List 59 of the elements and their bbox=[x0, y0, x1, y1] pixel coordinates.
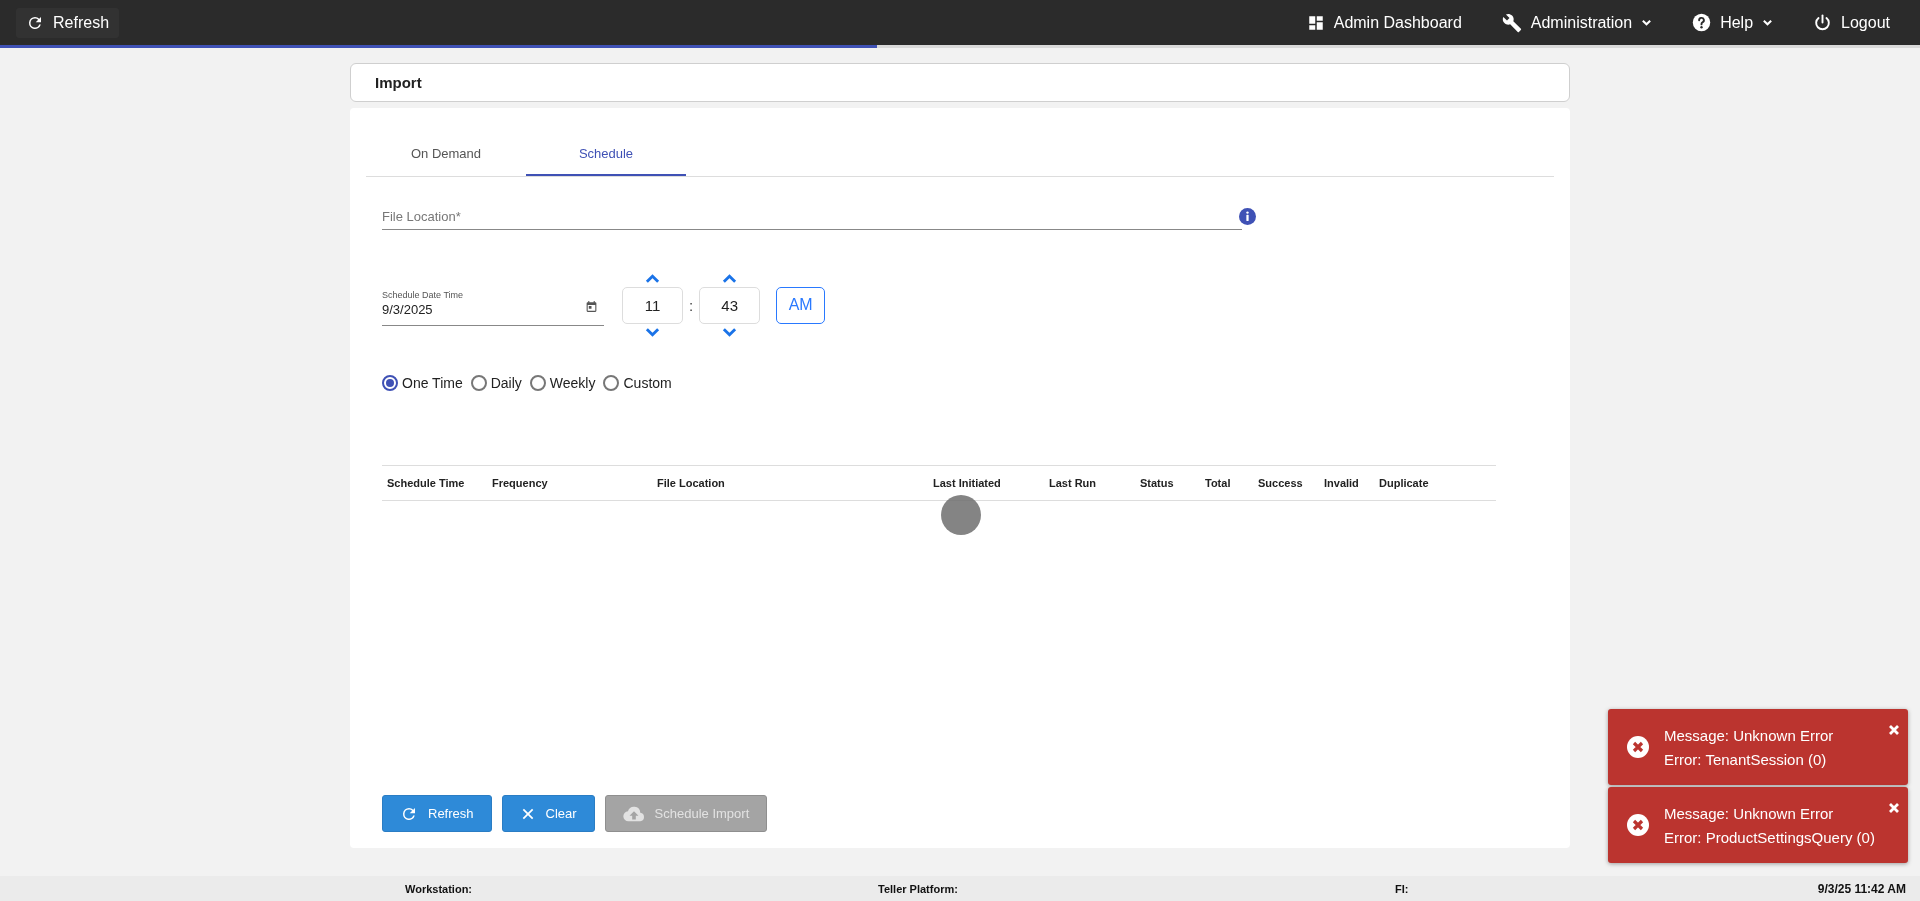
refresh-button[interactable]: Refresh bbox=[382, 795, 492, 832]
power-icon bbox=[1813, 13, 1833, 32]
column-header: Duplicate bbox=[1379, 477, 1430, 489]
status-label: Teller Platform: bbox=[878, 882, 959, 895]
menu-item[interactable]: Logout bbox=[1793, 13, 1910, 32]
am-pm-toggle[interactable]: AM bbox=[776, 286, 826, 324]
refresh-button[interactable]: Refresh bbox=[16, 7, 120, 38]
menu-item[interactable]: Help bbox=[1672, 13, 1794, 32]
radio-label[interactable]: Daily bbox=[490, 375, 522, 391]
menu-item[interactable]: Administration bbox=[1481, 12, 1673, 33]
status-label: FI: bbox=[1395, 882, 1409, 895]
column-header: Total bbox=[1205, 477, 1232, 489]
menu-item[interactable]: Admin Dashboard bbox=[1286, 13, 1482, 32]
time-field[interactable]: 11 bbox=[622, 286, 683, 324]
help-icon bbox=[1692, 13, 1712, 32]
info-icon[interactable] bbox=[1239, 208, 1256, 225]
dashboard-icon bbox=[1306, 13, 1325, 32]
chevron-down-icon[interactable] bbox=[645, 326, 660, 337]
time-separator: : bbox=[689, 296, 694, 314]
status-label: Workstation: bbox=[405, 882, 474, 895]
close-icon[interactable] bbox=[1888, 724, 1900, 736]
date-field[interactable]: Schedule Date Time 9/3/2025 bbox=[382, 288, 604, 326]
column-header: Last Initiated bbox=[933, 477, 1002, 489]
field-label: Schedule Date Time bbox=[382, 289, 465, 300]
column-header: File Location bbox=[657, 477, 726, 489]
calendar-icon[interactable] bbox=[585, 300, 598, 313]
toast-error: Error: TenantSession (0) bbox=[1664, 750, 1828, 768]
chevron-up-icon[interactable] bbox=[645, 273, 660, 284]
column-header: Schedule Time bbox=[387, 477, 466, 489]
radio-label[interactable]: Weekly bbox=[549, 375, 596, 391]
error-icon bbox=[1626, 735, 1650, 759]
radio-label[interactable]: One Time bbox=[402, 375, 463, 391]
column-header: Invalid bbox=[1324, 477, 1360, 489]
radio-button[interactable] bbox=[603, 375, 620, 391]
time-field[interactable]: 43 bbox=[699, 286, 761, 324]
radio-button[interactable] bbox=[382, 375, 398, 391]
file-location-field[interactable]: File Location* bbox=[382, 203, 1242, 230]
chevron-down-icon[interactable] bbox=[722, 326, 738, 337]
cloud-upload-icon bbox=[622, 804, 645, 823]
column-header: Last Run bbox=[1049, 477, 1098, 489]
column-header: Frequency bbox=[492, 477, 549, 489]
field-value: 9/3/2025 bbox=[382, 302, 433, 317]
status-datetime: 9/3/25 11:42 AM bbox=[1817, 881, 1907, 896]
chevron-up-icon[interactable] bbox=[722, 273, 738, 284]
close-icon[interactable] bbox=[1888, 802, 1900, 814]
tab[interactable]: On Demand bbox=[366, 132, 526, 176]
toast-error: Error: ProductSettingsQuery (0) bbox=[1664, 828, 1875, 846]
toast-message: Message: Unknown Error bbox=[1664, 804, 1835, 822]
clear-button[interactable]: Clear bbox=[501, 795, 595, 832]
tab[interactable]: Schedule bbox=[526, 132, 686, 176]
error-icon bbox=[1626, 813, 1650, 837]
column-header: Status bbox=[1140, 477, 1175, 489]
radio-label[interactable]: Custom bbox=[623, 375, 672, 391]
panel-title: Import bbox=[375, 74, 422, 91]
column-header: Success bbox=[1258, 477, 1304, 489]
radio-button[interactable] bbox=[470, 375, 487, 391]
wrench-icon bbox=[1501, 12, 1522, 33]
radio-button[interactable] bbox=[529, 375, 546, 391]
toast-message: Message: Unknown Error bbox=[1664, 726, 1834, 744]
